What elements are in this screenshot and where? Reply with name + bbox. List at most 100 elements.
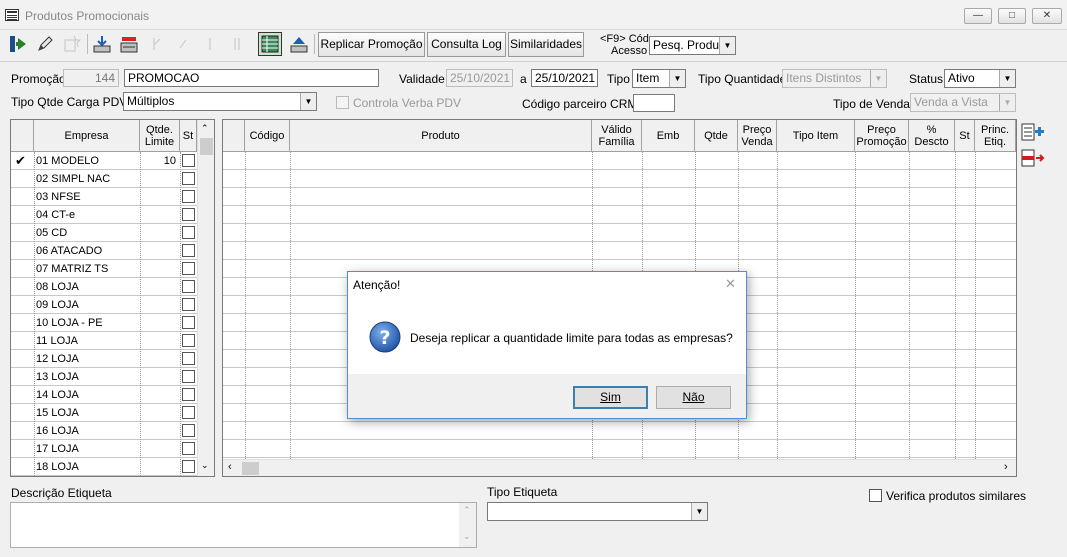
next-record-icon[interactable]: [198, 32, 222, 56]
tipo-qtde-carga-select[interactable]: Múltiplos ▼: [123, 92, 317, 111]
sim-button[interactable]: Sim: [573, 386, 648, 409]
empresa-cell: 14 LOJA: [36, 389, 79, 401]
delete-record-icon[interactable]: [117, 32, 141, 56]
row-divider: [223, 205, 1016, 206]
toolbar-separator: [314, 34, 315, 54]
add-produto-icon[interactable]: [1020, 121, 1046, 145]
scroll-down-icon[interactable]: ⌄: [201, 460, 209, 471]
eject-export-icon[interactable]: [287, 32, 311, 56]
empresa-row[interactable]: 14 LOJA: [11, 386, 197, 404]
descricao-etiqueta-textarea[interactable]: ⌃ ⌄: [10, 502, 477, 548]
tipo-select[interactable]: Item ▼: [632, 69, 686, 88]
empresa-row[interactable]: 16 LOJA: [11, 422, 197, 440]
scroll-up-icon[interactable]: ⌃: [463, 505, 471, 516]
chevron-down-icon[interactable]: ▼: [719, 37, 735, 54]
empresa-row[interactable]: 15 LOJA: [11, 404, 197, 422]
empresa-row[interactable]: 02 SIMPL NAC: [11, 170, 197, 188]
produtos-hscrollbar[interactable]: ‹ ›: [223, 459, 1016, 476]
st-checkbox[interactable]: [182, 370, 195, 383]
prior-record-icon[interactable]: [171, 32, 195, 56]
st-checkbox[interactable]: [182, 208, 195, 221]
promocao-nome-field[interactable]: PROMOCAO: [124, 69, 379, 87]
st-checkbox[interactable]: [182, 154, 195, 167]
empresas-grid[interactable]: Empresa Qtde. Limite St ✔ 01 MODELO 10 02 S…: [10, 119, 215, 477]
scroll-down-icon[interactable]: ⌄: [463, 531, 471, 542]
tipo-venda-value: Venda a Vista: [914, 95, 988, 109]
st-checkbox[interactable]: [182, 352, 195, 365]
chevron-down-icon[interactable]: ▼: [669, 70, 685, 87]
maximize-button[interactable]: □: [998, 8, 1026, 24]
empresa-row[interactable]: 05 CD: [11, 224, 197, 242]
empresa-row[interactable]: 17 LOJA: [11, 440, 197, 458]
scroll-left-icon[interactable]: ‹: [228, 461, 232, 473]
empresa-row[interactable]: 18 LOJA: [11, 458, 197, 476]
remove-produto-icon[interactable]: [1020, 147, 1046, 171]
chevron-down-icon[interactable]: ▼: [999, 70, 1015, 87]
chevron-down-icon[interactable]: ▼: [300, 93, 316, 110]
row-divider: [223, 259, 1016, 260]
last-record-icon[interactable]: [225, 32, 249, 56]
first-record-icon[interactable]: [144, 32, 168, 56]
valido-familia-header: Válido Família: [592, 120, 642, 152]
st-checkbox[interactable]: [182, 460, 195, 473]
similaridades-button[interactable]: Similaridades: [508, 32, 584, 57]
pesquisa-produto-select[interactable]: Pesq. Produtc ▼: [649, 36, 736, 55]
empresa-cell: 06 ATACADO: [36, 245, 103, 257]
exit-icon[interactable]: [6, 32, 30, 56]
import-icon[interactable]: [90, 32, 114, 56]
empresa-row[interactable]: ✔ 01 MODELO 10: [11, 152, 197, 170]
empresa-row[interactable]: 06 ATACADO: [11, 242, 197, 260]
scroll-thumb[interactable]: [200, 138, 213, 155]
st-checkbox[interactable]: [182, 424, 195, 437]
st-checkbox[interactable]: [182, 388, 195, 401]
validade-label: Validade: [399, 72, 445, 86]
empresa-row[interactable]: 09 LOJA: [11, 296, 197, 314]
st-checkbox[interactable]: [182, 244, 195, 257]
empresas-vscrollbar[interactable]: ⌃ ⌄: [197, 120, 214, 476]
st-checkbox[interactable]: [182, 280, 195, 293]
st-checkbox[interactable]: [182, 172, 195, 185]
codigo-parceiro-field[interactable]: [633, 94, 675, 112]
tipo-etiqueta-select[interactable]: ▼: [487, 502, 708, 521]
st-checkbox[interactable]: [182, 298, 195, 311]
close-window-button[interactable]: ✕: [1032, 8, 1062, 24]
textarea-vscrollbar[interactable]: ⌃ ⌄: [459, 503, 476, 547]
replicar-promocao-button[interactable]: Replicar Promoção: [318, 32, 425, 57]
emb-header: Emb: [642, 120, 695, 152]
scroll-thumb[interactable]: [242, 462, 259, 475]
dialog-close-icon[interactable]: ✕: [725, 276, 736, 292]
empresa-row[interactable]: 08 LOJA: [11, 278, 197, 296]
svg-text:?: ?: [379, 327, 390, 349]
empresa-row[interactable]: 04 CT-e: [11, 206, 197, 224]
minimize-button[interactable]: —: [964, 8, 992, 24]
edit-pencil-icon[interactable]: [33, 32, 57, 56]
tipo-item-header: Tipo Item: [777, 120, 855, 152]
scroll-up-icon[interactable]: ⌃: [201, 123, 209, 134]
st-checkbox[interactable]: [182, 262, 195, 275]
empresa-row[interactable]: 13 LOJA: [11, 368, 197, 386]
question-icon: ?: [369, 321, 401, 356]
grid-view-icon[interactable]: [258, 32, 282, 56]
empresa-row[interactable]: 12 LOJA: [11, 350, 197, 368]
status-select[interactable]: Ativo ▼: [944, 69, 1016, 88]
consulta-log-button[interactable]: Consulta Log: [427, 32, 506, 57]
empresa-cell: 04 CT-e: [36, 209, 76, 221]
empresa-row[interactable]: 07 MATRIZ TS: [11, 260, 197, 278]
validade-fim-field[interactable]: 25/10/2021: [531, 69, 598, 87]
dialog-footer: Sim Não: [348, 374, 746, 418]
empresa-row[interactable]: 11 LOJA: [11, 332, 197, 350]
scroll-right-icon[interactable]: ›: [1004, 461, 1008, 473]
nao-button[interactable]: Não: [656, 386, 731, 409]
chevron-down-icon[interactable]: ▼: [691, 503, 707, 520]
qtde-limite-cell[interactable]: 10: [140, 155, 176, 167]
st-checkbox[interactable]: [182, 334, 195, 347]
st-checkbox[interactable]: [182, 442, 195, 455]
empresa-row[interactable]: 03 NFSE: [11, 188, 197, 206]
empresa-row[interactable]: 10 LOJA - PE: [11, 314, 197, 332]
st-checkbox[interactable]: [182, 190, 195, 203]
new-record-icon[interactable]: [60, 32, 84, 56]
verifica-similares-checkbox[interactable]: [869, 489, 882, 502]
st-checkbox[interactable]: [182, 406, 195, 419]
st-checkbox[interactable]: [182, 226, 195, 239]
st-checkbox[interactable]: [182, 316, 195, 329]
